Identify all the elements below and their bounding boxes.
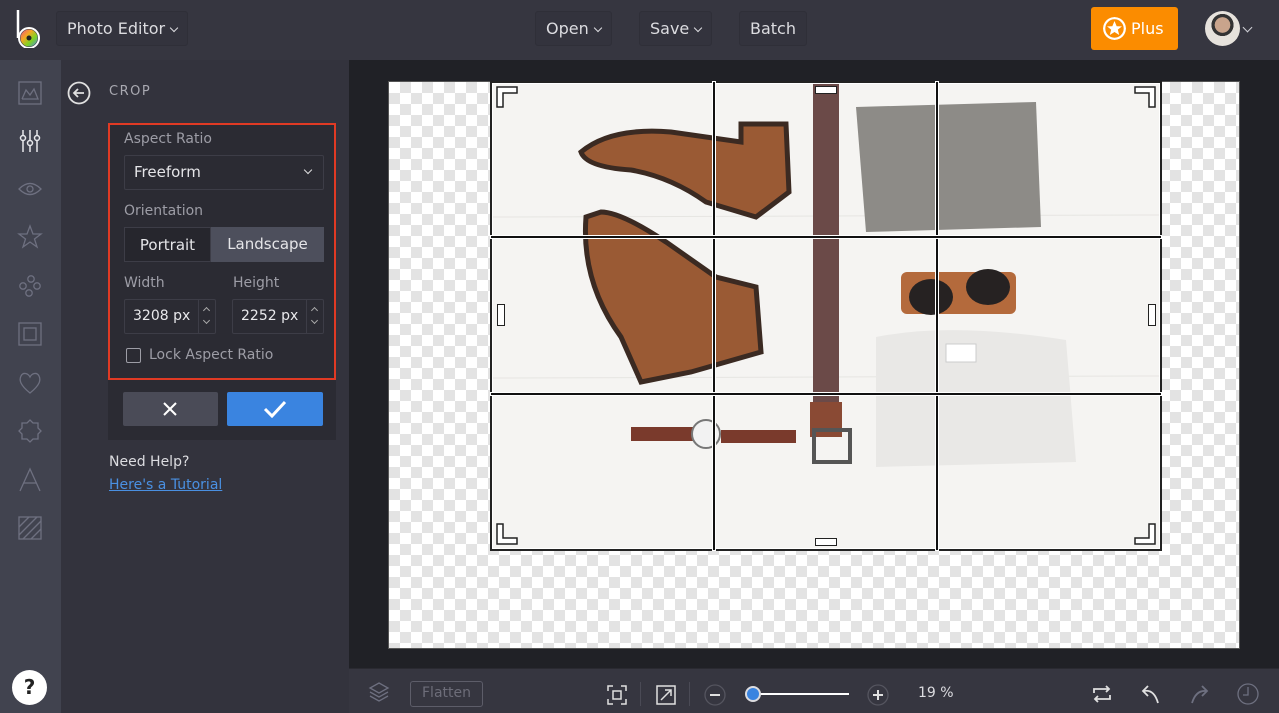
orientation-landscape-button[interactable]: Landscape [211, 227, 324, 262]
chevron-down-icon [593, 23, 602, 33]
plus-upgrade-button[interactable]: Plus [1091, 7, 1178, 50]
chevron-down-icon[interactable] [310, 316, 319, 325]
orientation-portrait-button[interactable]: Portrait [124, 227, 211, 262]
save-menu-button[interactable]: Save [639, 11, 713, 46]
chevron-down-icon[interactable] [1242, 22, 1253, 33]
grid-line [713, 82, 715, 550]
chevron-down-icon [169, 23, 179, 33]
height-stepper[interactable] [306, 300, 323, 333]
chevron-up-icon[interactable] [202, 306, 211, 315]
chevron-down-icon [303, 165, 313, 175]
divider [640, 682, 641, 706]
star-icon[interactable] [17, 224, 43, 250]
height-input[interactable]: 2252 px [232, 299, 324, 334]
lock-aspect-ratio-checkbox[interactable] [126, 348, 141, 363]
badge-icon[interactable] [17, 418, 43, 444]
lock-aspect-ratio-label: Lock Aspect Ratio [149, 347, 274, 363]
close-icon [163, 402, 177, 416]
aspect-ratio-select[interactable]: Freeform [124, 155, 324, 190]
help-button[interactable]: ? [12, 670, 47, 705]
image-icon[interactable] [17, 80, 43, 106]
zoom-slider-track[interactable] [752, 693, 849, 695]
need-help-heading: Need Help? [109, 454, 190, 470]
top-bar: Photo Editor Open Save Batch Plus [0, 0, 1279, 60]
grid-line [491, 393, 1161, 395]
frame-icon[interactable] [17, 321, 43, 347]
adjust-sliders-icon[interactable] [17, 128, 43, 154]
crop-handle-bottom-left[interactable] [496, 523, 518, 545]
divider [689, 682, 690, 706]
crop-handle-left[interactable] [497, 304, 505, 326]
zoom-level: 19 % [918, 685, 954, 701]
crop-panel: CROP Aspect Ratio Freeform Orientation P… [61, 60, 349, 713]
height-label: Height [233, 275, 280, 291]
user-avatar[interactable] [1205, 11, 1240, 46]
crop-settings-box: Aspect Ratio Freeform Orientation Portra… [108, 123, 336, 380]
zoom-slider-thumb[interactable] [745, 686, 761, 702]
chevron-down-icon[interactable] [202, 316, 211, 325]
zoom-in-icon[interactable] [867, 684, 889, 706]
flatten-button[interactable]: Flatten [410, 681, 483, 707]
cancel-crop-button[interactable] [123, 392, 218, 426]
crop-frame[interactable] [490, 81, 1162, 551]
apply-crop-button[interactable] [227, 392, 323, 426]
zoom-out-icon[interactable] [704, 684, 726, 706]
width-input[interactable]: 3208 px [124, 299, 216, 334]
texture-icon[interactable] [17, 515, 43, 541]
actual-size-icon[interactable] [655, 684, 677, 706]
grid-line [936, 82, 938, 550]
checkmark-icon [263, 400, 287, 418]
crop-handle-bottom[interactable] [815, 538, 837, 546]
eye-icon[interactable] [17, 176, 43, 202]
redo-icon[interactable] [1188, 683, 1210, 705]
chevron-up-icon[interactable] [310, 306, 319, 315]
crop-handle-top[interactable] [815, 86, 837, 94]
compare-swap-icon[interactable] [1091, 683, 1113, 705]
layers-icon[interactable] [368, 681, 390, 703]
fit-to-screen-icon[interactable] [606, 684, 628, 706]
grid-line [491, 236, 1161, 238]
heart-icon[interactable] [17, 370, 43, 396]
chevron-down-icon [694, 23, 703, 33]
orientation-label: Orientation [124, 203, 204, 219]
crop-handle-right[interactable] [1148, 304, 1156, 326]
panel-title: CROP [109, 84, 152, 99]
aspect-ratio-label: Aspect Ratio [124, 131, 212, 147]
batch-button[interactable]: Batch [739, 11, 807, 46]
width-label: Width [124, 275, 165, 291]
befunky-logo[interactable] [14, 8, 44, 48]
tool-rail [0, 60, 61, 713]
crop-handle-top-left[interactable] [496, 86, 518, 108]
width-stepper[interactable] [198, 300, 215, 333]
text-icon[interactable] [17, 467, 43, 493]
back-arrow-icon[interactable] [67, 81, 91, 105]
circles-icon[interactable] [17, 273, 43, 299]
history-icon[interactable] [1237, 683, 1259, 705]
crop-handle-top-right[interactable] [1134, 86, 1156, 108]
star-badge-icon [1103, 17, 1126, 40]
open-menu-button[interactable]: Open [535, 11, 612, 46]
undo-icon[interactable] [1140, 683, 1162, 705]
photo-editor-menu[interactable]: Photo Editor [56, 11, 189, 46]
tutorial-link[interactable]: Here's a Tutorial [109, 477, 222, 493]
crop-handle-bottom-right[interactable] [1134, 523, 1156, 545]
